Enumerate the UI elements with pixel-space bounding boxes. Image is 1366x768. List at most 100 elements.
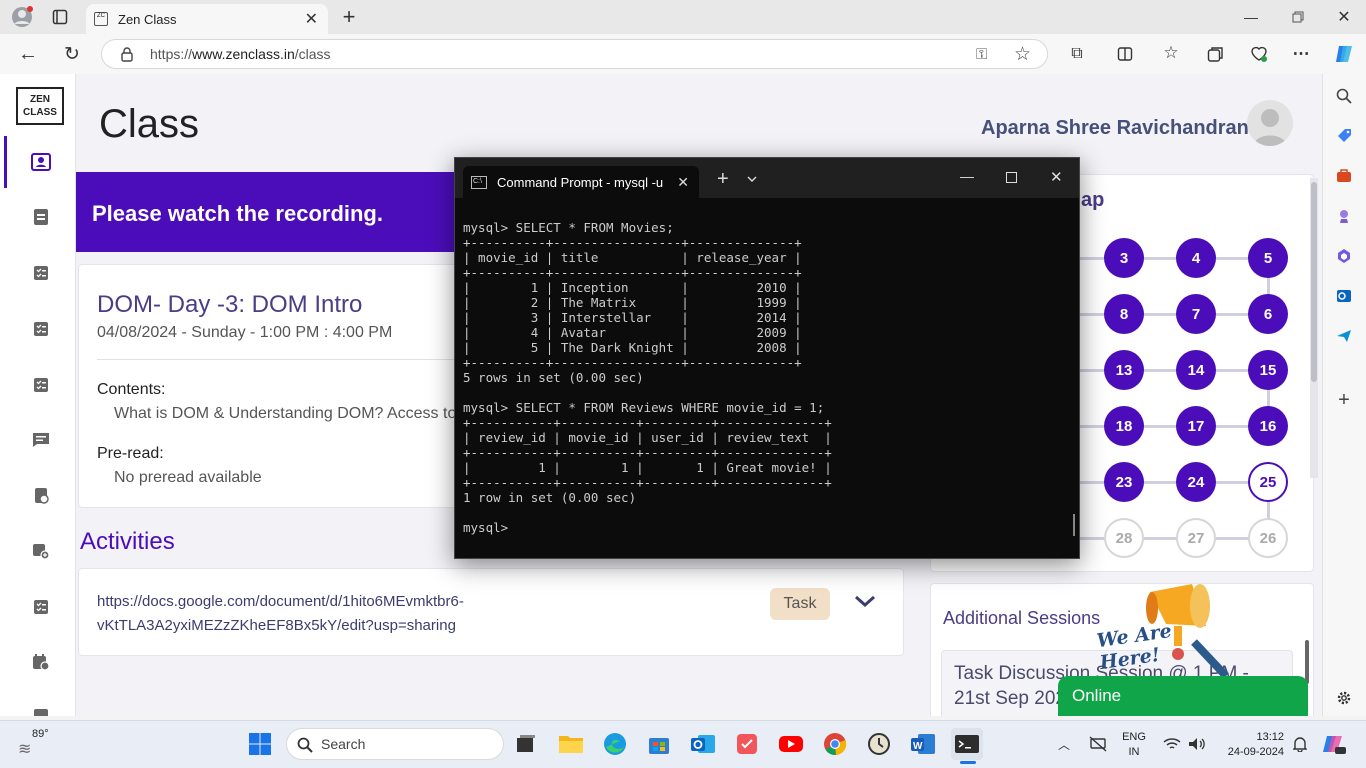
online-chat-button[interactable]: Online <box>1058 676 1308 716</box>
tasks-nav-icon[interactable] <box>30 263 52 283</box>
edge-browser-icon[interactable] <box>599 728 631 760</box>
new-tab-icon[interactable]: + <box>338 4 360 29</box>
word-icon[interactable]: W <box>907 728 939 760</box>
roadmap-day-circle[interactable]: 26 <box>1248 518 1288 558</box>
terminal-tab[interactable]: C:\ Command Prompt - mysql -u ✕ <box>463 166 699 198</box>
chrome-icon[interactable] <box>819 728 851 760</box>
sessions-scrollbar[interactable] <box>1305 640 1309 684</box>
send-icon[interactable] <box>1334 326 1354 346</box>
zen-class-logo[interactable]: ZEN CLASS <box>16 87 64 125</box>
clock[interactable]: 13:12 24-09-2024 <box>1222 730 1284 760</box>
key-icon[interactable]: ⚿ <box>976 46 987 63</box>
wifi-icon[interactable] <box>1162 734 1182 754</box>
activity-link[interactable]: https://docs.google.com/document/d/1hito… <box>97 590 537 638</box>
terminal-output[interactable]: mysql> SELECT * FROM Movies; +----------+… <box>463 220 832 535</box>
tab-actions-icon[interactable] <box>50 7 70 27</box>
interview-tasks-nav-icon[interactable] <box>30 652 52 672</box>
search-icon[interactable] <box>1334 86 1354 106</box>
roadmap-day-circle[interactable]: 17 <box>1176 406 1216 446</box>
network-off-icon[interactable] <box>1088 734 1108 754</box>
notification-bell-icon[interactable] <box>1290 734 1310 754</box>
more-options-icon[interactable]: ⋯ <box>1290 43 1312 65</box>
url-field[interactable]: https://www.zenclass.in/class ⚿ ☆ <box>101 39 1048 69</box>
activity-link-line-1[interactable]: https://docs.google.com/document/d/1hito… <box>97 590 537 614</box>
microsoft-365-icon[interactable] <box>1334 246 1354 266</box>
volume-icon[interactable] <box>1187 734 1207 754</box>
browser-essentials-icon[interactable] <box>1248 43 1270 65</box>
back-icon[interactable]: ← <box>16 43 40 65</box>
outlook-icon[interactable] <box>1334 286 1354 306</box>
terminal-taskbar-icon[interactable] <box>951 728 983 760</box>
clock-app-icon[interactable] <box>863 728 895 760</box>
activity-link-line-2[interactable]: vKtTLA3A2yxiMEZzZKheEF8Bx5kY/edit?usp=sh… <box>97 614 537 638</box>
roadmap-day-circle[interactable]: 13 <box>1104 350 1144 390</box>
add-icon[interactable]: + <box>1334 389 1354 411</box>
applications-nav-icon[interactable] <box>30 597 52 617</box>
copilot-taskbar-icon[interactable] <box>1320 731 1348 757</box>
user-name[interactable]: Aparna Shree Ravichandran <box>981 117 1249 140</box>
roadmap-day-circle[interactable]: 18 <box>1104 406 1144 446</box>
class-nav-icon[interactable] <box>30 152 52 172</box>
terminal-close-icon[interactable]: ✕ <box>1050 168 1063 186</box>
roadmap-day-circle[interactable]: 24 <box>1176 462 1216 502</box>
roadmap-day-circle[interactable]: 6 <box>1248 294 1288 334</box>
roadmap-day-circle[interactable]: 8 <box>1104 294 1144 334</box>
youtube-icon[interactable] <box>775 728 807 760</box>
leave-nav-icon[interactable] <box>30 706 52 716</box>
weather-widget[interactable]: ≋ 89° <box>18 727 66 761</box>
calendar-app-icon[interactable] <box>731 728 763 760</box>
browser-tab[interactable]: ZC Zen Class ✕ <box>86 4 328 34</box>
roadmap-day-circle[interactable]: 28 <box>1104 518 1144 558</box>
capstone-nav-icon[interactable] <box>30 375 52 395</box>
dashboard-nav-icon[interactable] <box>30 207 52 227</box>
favorite-star-icon[interactable]: ☆ <box>1014 43 1031 66</box>
terminal-minimize-icon[interactable]: — <box>960 168 974 184</box>
roadmap-day-circle[interactable]: 5 <box>1248 238 1288 278</box>
copilot-icon[interactable] <box>1332 42 1356 66</box>
queries-nav-icon[interactable] <box>30 430 52 450</box>
shopping-tag-icon[interactable] <box>1334 126 1354 146</box>
roadmap-day-circle[interactable]: 27 <box>1176 518 1216 558</box>
roadmap-day-circle[interactable]: 25 <box>1248 462 1288 502</box>
terminal-new-tab-icon[interactable]: + <box>717 168 729 191</box>
refresh-icon[interactable]: ↻ <box>60 43 84 65</box>
webcode-nav-icon[interactable] <box>30 319 52 339</box>
lock-icon[interactable] <box>120 47 134 62</box>
split-screen-icon[interactable] <box>1114 43 1136 65</box>
avatar[interactable] <box>1247 100 1293 146</box>
task-view-icon[interactable] <box>510 728 542 760</box>
roadmap-day-circle[interactable]: 14 <box>1176 350 1216 390</box>
roadmap-day-circle[interactable]: 16 <box>1248 406 1288 446</box>
terminal-dropdown-icon[interactable] <box>747 176 757 183</box>
tab-close-icon[interactable]: ✕ <box>305 9 318 29</box>
command-prompt-window[interactable]: C:\ Command Prompt - mysql -u ✕ + — ✕ my… <box>454 157 1080 559</box>
collections-icon[interactable] <box>1204 43 1226 65</box>
windows-start-icon[interactable] <box>244 728 276 760</box>
roadmap-day-circle[interactable]: 23 <box>1104 462 1144 502</box>
outlook-taskbar-icon[interactable] <box>687 728 719 760</box>
terminal-maximize-icon[interactable] <box>1006 172 1017 183</box>
roadmap-day-circle[interactable]: 15 <box>1248 350 1288 390</box>
chevron-down-icon[interactable] <box>853 593 877 609</box>
terminal-tab-close-icon[interactable]: ✕ <box>677 174 689 191</box>
file-explorer-icon[interactable] <box>555 728 587 760</box>
terminal-scrollbar[interactable] <box>1073 514 1075 536</box>
tools-icon[interactable] <box>1334 166 1354 186</box>
games-icon[interactable] <box>1334 206 1354 226</box>
requirements-nav-icon[interactable] <box>30 486 52 506</box>
language-indicator[interactable]: ENG IN <box>1120 730 1148 760</box>
roadmap-day-circle[interactable]: 7 <box>1176 294 1216 334</box>
roadmap-day-circle[interactable]: 3 <box>1104 238 1144 278</box>
extensions-icon[interactable]: ⧉ <box>1066 43 1088 65</box>
roadmap-scrollbar[interactable] <box>1310 178 1318 478</box>
portfolio-nav-icon[interactable] <box>30 541 52 561</box>
minimize-icon[interactable]: — <box>1240 6 1262 28</box>
settings-gear-icon[interactable] <box>1334 688 1354 708</box>
close-window-icon[interactable]: ✕ <box>1333 6 1355 28</box>
show-hidden-icons-chevron-icon[interactable]: ︿ <box>1055 734 1073 754</box>
microsoft-store-icon[interactable] <box>643 728 675 760</box>
restore-icon[interactable] <box>1287 6 1309 28</box>
roadmap-day-circle[interactable]: 4 <box>1176 238 1216 278</box>
profile-icon[interactable] <box>10 5 34 29</box>
taskbar-search[interactable]: Search <box>286 728 504 760</box>
